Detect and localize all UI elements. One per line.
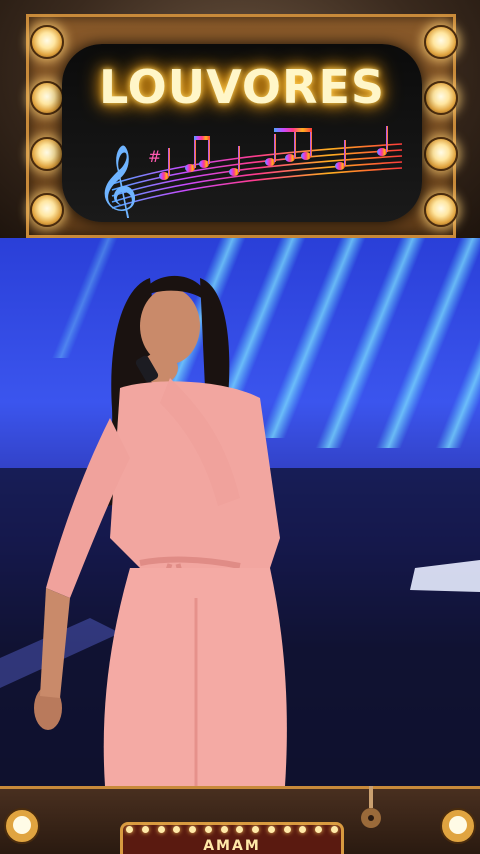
banner-title: LOUVORES — [99, 60, 385, 114]
stage-bulb-icon — [424, 193, 458, 227]
top-banner: LOUVORES 𝄞 # — [0, 0, 480, 238]
stage-bulb-icon — [30, 25, 64, 59]
stage-bulb-icon — [440, 808, 476, 844]
svg-text:#: # — [148, 147, 161, 166]
video-area[interactable] — [0, 238, 480, 786]
stage-bulb-icon — [30, 81, 64, 115]
stage-bulb-icon — [424, 81, 458, 115]
guitar-icon — [361, 786, 381, 828]
stage-bulb-icon — [4, 808, 40, 844]
right-bulb-column — [420, 14, 462, 238]
svg-text:𝄞: 𝄞 — [96, 143, 139, 218]
stage-bulb-icon — [30, 193, 64, 227]
stage-bulb-icon — [424, 137, 458, 171]
marquee-text: AMAM — [203, 838, 261, 854]
performer-image — [34, 275, 287, 786]
stage-bulb-icon — [424, 25, 458, 59]
marquee-lights — [126, 826, 338, 836]
bottom-banner: AMAM — [0, 786, 480, 854]
music-staff-icon: 𝄞 # — [96, 126, 403, 218]
stage-bulb-icon — [30, 137, 64, 171]
